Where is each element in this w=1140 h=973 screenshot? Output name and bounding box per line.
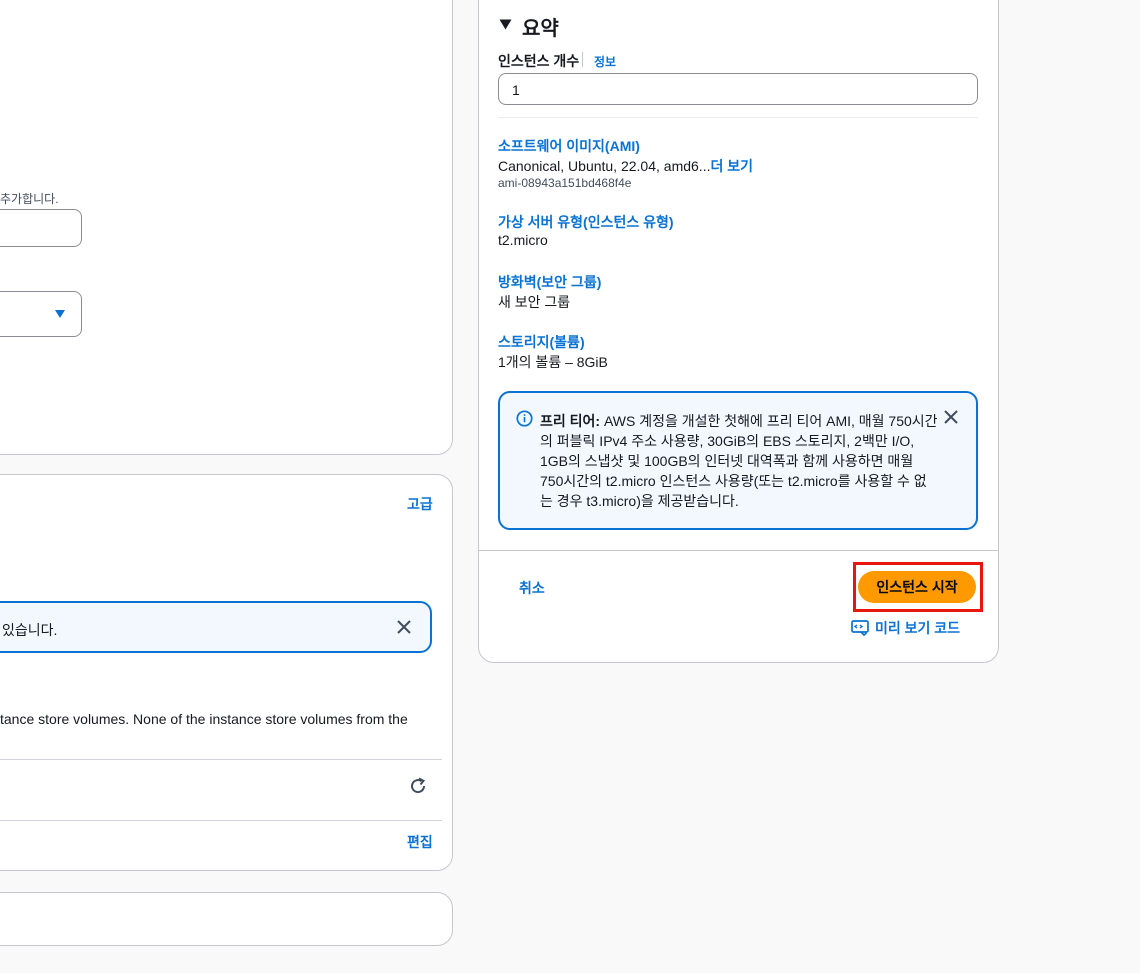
info-link[interactable]: 정보 — [594, 53, 616, 70]
divider — [0, 759, 442, 760]
cancel-button[interactable]: 취소 — [519, 578, 545, 598]
instance-type-label-link[interactable]: 가상 서버 유형(인스턴스 유형) — [498, 212, 674, 232]
instance-store-text: tance store volumes. None of the instanc… — [0, 711, 408, 727]
close-icon[interactable] — [396, 619, 412, 635]
firewall-value: 새 보안 그룹 — [498, 294, 571, 310]
instance-count-input[interactable]: 1 — [498, 73, 978, 105]
summary-title: 요약 — [522, 18, 559, 40]
name-input[interactable] — [0, 209, 82, 247]
ami-id: ami-08943a151bd468f4e — [498, 176, 632, 190]
storage-label-link[interactable]: 스토리지(볼륨) — [498, 332, 585, 352]
preview-code-link[interactable]: 미리 보기 코드 — [851, 618, 960, 638]
storage-value: 1개의 볼륨 – 8GiB — [498, 354, 608, 370]
refresh-icon[interactable] — [409, 777, 427, 795]
footer-divider — [479, 550, 998, 551]
divider — [0, 820, 442, 821]
ami-more-link[interactable]: 더 보기 — [710, 158, 753, 174]
ami-value: Canonical, Ubuntu, 22.04, amd6...더 보기 — [498, 156, 753, 176]
free-tier-bold: 프리 티어: — [540, 413, 601, 429]
code-preview-icon — [851, 620, 869, 637]
ami-label-link[interactable]: 소프트웨어 이미지(AMI) — [498, 136, 640, 156]
advanced-link[interactable]: 고급 — [407, 494, 433, 514]
instance-count-value: 1 — [512, 82, 520, 98]
next-panel — [0, 892, 453, 946]
free-tier-line: AWS 계정을 개설한 첫해에 프리 티어 AMI, 매월 750시간 — [603, 413, 938, 429]
firewall-label-link[interactable]: 방화벽(보안 그룹) — [498, 272, 601, 292]
free-tier-line: 의 퍼블릭 IPv4 주소 사용량, 30GiB의 EBS 스토리지, 2백만 … — [540, 433, 915, 449]
info-alert-text: 있습니다. — [2, 622, 58, 638]
close-icon[interactable] — [943, 409, 959, 425]
instance-type-value: t2.micro — [498, 232, 548, 248]
free-tier-line: 는 경우 t3.micro)을 제공받습니다. — [540, 493, 739, 509]
label-separator — [582, 52, 583, 67]
edit-link[interactable]: 편집 — [407, 832, 433, 852]
caret-down-icon — [55, 310, 65, 318]
launch-instance-button[interactable]: 인스턴스 시작 — [858, 571, 976, 603]
divider — [498, 117, 978, 118]
storage-panel — [0, 474, 453, 871]
triangle-down-icon[interactable] — [499, 19, 512, 30]
name-hint-text: 추가합니다. — [0, 192, 59, 206]
free-tier-line: 1GB의 스냅샷 및 100GB의 인터넷 대역폭과 함께 사용하면 매월 — [540, 453, 914, 469]
dropdown-select[interactable] — [0, 291, 82, 337]
free-tier-line: 750시간의 t2.micro 인스턴스 사용량(또는 t2.micro를 사용… — [540, 473, 927, 489]
info-alert: 있습니다. — [0, 601, 432, 653]
ami-value-text: Canonical, Ubuntu, 22.04, amd6... — [498, 158, 711, 174]
instance-count-label: 인스턴스 개수 — [498, 53, 580, 69]
free-tier-text: 프리 티어: AWS 계정을 개설한 첫해에 프리 티어 AMI, 매월 750… — [540, 411, 938, 511]
free-tier-alert: 프리 티어: AWS 계정을 개설한 첫해에 프리 티어 AMI, 매월 750… — [498, 391, 978, 530]
info-icon — [516, 410, 533, 427]
preview-code-label: 미리 보기 코드 — [875, 620, 961, 636]
